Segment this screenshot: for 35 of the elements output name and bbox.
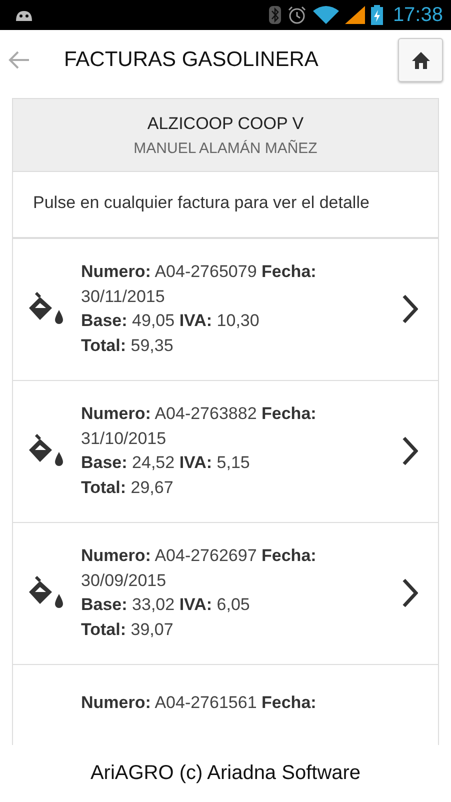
invoice-item[interactable]: Numero: A04-2763882 Fecha: 31/10/2015 Base: 24,52 IVA: 5,15 Total: 29,67 bbox=[13, 380, 438, 523]
instruction-text: Pulse en cualquier factura para ver el detalle bbox=[13, 172, 438, 239]
alarm-icon bbox=[286, 6, 307, 24]
invoice-detail: Numero: A04-2763882 Fecha: 31/10/2015 bbox=[81, 403, 318, 450]
page-title: FACTURAS GASOLINERA bbox=[64, 48, 320, 72]
footer-text: AriAGRO (c) Ariadna Software bbox=[90, 762, 361, 785]
invoice-item[interactable]: Numero: A04-2762697 Fecha: 30/09/2015 Base: 33,02 IVA: 6,05 Total: 39,07 bbox=[13, 522, 438, 665]
status-time: 17:38 bbox=[392, 4, 443, 26]
paint-bucket-icon bbox=[27, 434, 65, 468]
back-arrow-icon bbox=[8, 51, 30, 69]
bluetooth-icon bbox=[268, 6, 281, 24]
invoice-detail: Numero: A04-2761561 Fecha: bbox=[81, 692, 318, 714]
invoice-detail: Total: 29,67 bbox=[81, 477, 174, 500]
chevron-right-icon bbox=[402, 294, 418, 324]
home-icon bbox=[410, 51, 430, 69]
invoice-item[interactable]: Numero: A04-2765079 Fecha: 30/11/2015 Base: 49,05 IVA: 10,30 Total: 59,35 bbox=[13, 238, 438, 381]
paint-bucket-icon bbox=[27, 576, 65, 610]
invoice-detail: Base: 24,52 IVA: 5,15 bbox=[81, 452, 251, 474]
paint-bucket-icon bbox=[27, 292, 65, 326]
invoice-item[interactable]: Numero: A04-2761561 Fecha: bbox=[13, 664, 438, 745]
invoice-detail: Numero: A04-2765079 Fecha: 30/11/2015 bbox=[81, 261, 318, 308]
invoice-detail: Base: 49,05 IVA: 10,30 bbox=[81, 310, 260, 332]
invoice-detail: Total: 59,35 bbox=[81, 335, 174, 358]
invoice-detail: Numero: A04-2762697 Fecha: 30/09/2015 bbox=[81, 545, 318, 592]
wifi-icon bbox=[312, 6, 339, 24]
battery-icon bbox=[370, 5, 383, 25]
chevron-right-icon bbox=[402, 578, 418, 608]
company-name: ALZICOOP COOP V bbox=[147, 114, 304, 134]
signal-icon bbox=[344, 6, 365, 24]
invoice-detail: Total: 39,07 bbox=[81, 619, 174, 642]
invoice-detail: Base: 33,02 IVA: 6,05 bbox=[81, 594, 251, 616]
chevron-right-icon bbox=[402, 436, 418, 466]
android-icon bbox=[14, 8, 34, 22]
member-name: MANUEL ALAMÁN MAÑEZ bbox=[134, 140, 318, 156]
home-button[interactable] bbox=[398, 38, 443, 82]
